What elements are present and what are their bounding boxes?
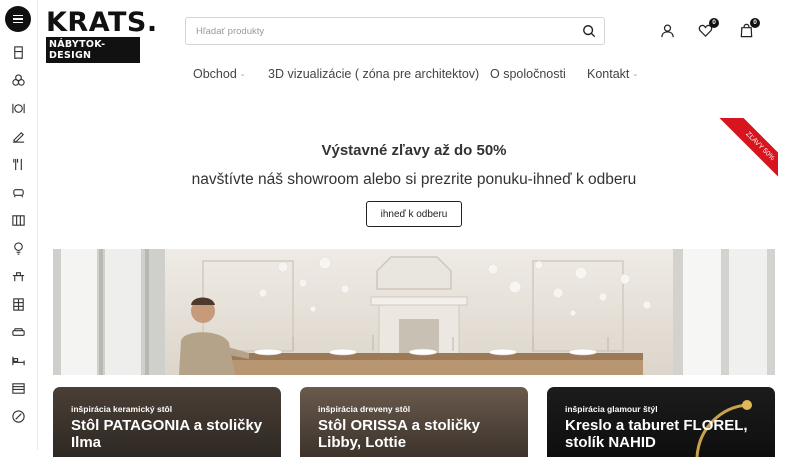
cart-icon[interactable]: 0 — [739, 18, 760, 39]
armchair-icon[interactable] — [10, 184, 26, 200]
main-navigation: Obchod ⌄ 3D vizualizácie ( zóna pre arch… — [0, 67, 800, 83]
nav-item-contact[interactable]: Kontakt ⌄ — [587, 67, 638, 81]
inspiration-card-patagonia[interactable]: inšpirácia keramický stôl Stôl PATAGONIA… — [53, 387, 281, 457]
menu-icon[interactable] — [5, 6, 31, 32]
brand-tagline: NÁBYTOK-DESIGN — [46, 37, 140, 63]
storage-icon[interactable] — [10, 212, 26, 228]
nav-item-label: O spoločnosti — [490, 67, 566, 81]
inspiration-card-orissa[interactable]: inšpirácia dreveny stôl Stôl ORISSA a st… — [300, 387, 528, 457]
cart-count-badge: 0 — [750, 18, 760, 28]
dining-icon[interactable] — [10, 100, 26, 116]
nav-item-label: Obchod — [193, 67, 237, 81]
brand-logo[interactable]: KRATS. NÁBYTOK-DESIGN — [46, 7, 158, 63]
discount-ribbon: ZĽAVY 50% — [708, 118, 778, 178]
chevron-down-icon: ⌄ — [632, 71, 639, 78]
nav-item-shop[interactable]: Obchod ⌄ — [193, 67, 246, 81]
chevron-down-icon: ⌄ — [239, 71, 246, 78]
sale-icon[interactable] — [10, 408, 26, 424]
card-tag: inšpirácia keramický stôl — [71, 404, 173, 414]
card-tag: inšpirácia glamour štýl — [565, 404, 658, 414]
wardrobe-icon[interactable] — [10, 44, 26, 60]
hero-image — [53, 249, 775, 375]
account-icon[interactable] — [660, 23, 676, 39]
promo-subtitle: navštívte náš showroom alebo si prezrite… — [191, 171, 637, 188]
cabinet-icon[interactable] — [10, 296, 26, 312]
search-input[interactable] — [186, 18, 574, 44]
wishlist-count-badge: 0 — [709, 18, 719, 28]
wishlist-icon[interactable]: 0 — [698, 18, 719, 39]
in-stock-button[interactable]: ihneď k odberu — [366, 201, 462, 227]
brand-name: KRATS. — [46, 7, 158, 38]
table-icon[interactable] — [10, 268, 26, 284]
inspiration-card-florel[interactable]: inšpirácia glamour štýl Kreslo a taburet… — [547, 387, 775, 457]
card-tag: inšpirácia dreveny stôl — [318, 404, 411, 414]
decor-icon[interactable] — [10, 128, 26, 144]
card-title: Stôl ORISSA a stoličky Libby, Lottie — [318, 417, 480, 451]
nav-item-label: 3D vizualizácie ( zóna pre architektov) — [268, 67, 480, 81]
bed-icon[interactable] — [10, 352, 26, 368]
nav-item-about[interactable]: O spoločnosti — [490, 67, 566, 81]
nav-item-3d-visualizations[interactable]: 3D vizualizácie ( zóna pre architektov) — [268, 67, 479, 81]
sofa-icon[interactable] — [10, 324, 26, 340]
discount-ribbon-label: ZĽAVY 50% — [718, 118, 778, 178]
card-title: Kreslo a taburet FLOREL, stolík NAHID — [565, 417, 748, 451]
nav-item-label: Kontakt — [587, 67, 630, 81]
cutlery-icon[interactable] — [10, 156, 26, 172]
card-title: Stôl PATAGONIA a stoličky Ilma — [71, 417, 263, 451]
dresser-icon[interactable] — [10, 380, 26, 396]
promo-title: Výstavné zľavy až do 50% — [321, 142, 507, 159]
lamp-icon[interactable] — [10, 240, 26, 256]
search-bar — [185, 17, 605, 45]
search-icon[interactable] — [574, 18, 604, 44]
